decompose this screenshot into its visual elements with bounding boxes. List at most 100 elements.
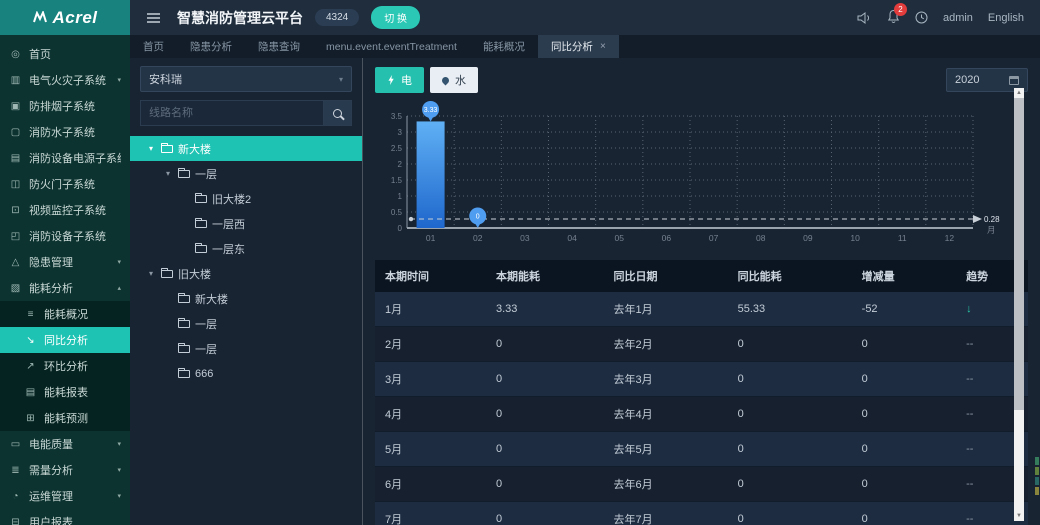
sidebar-item-首页[interactable]: ◎ 首页: [0, 41, 130, 67]
tree-node-一层[interactable]: 一层: [130, 336, 362, 361]
sidebar-item-能耗预测[interactable]: ⊞ 能耗预测: [0, 405, 130, 431]
tree-expand-icon[interactable]: ▾: [146, 269, 156, 278]
clock-icon[interactable]: [915, 11, 928, 24]
sidebar-item-label: 视频监控子系统: [29, 205, 106, 217]
sidebar: Acrel ◎ 首页 ▥ 电气火灾子系统 ▾ ▣ 防排烟子系统 ▢ 消防水子系统 ▤ 消防设备电源子…: [0, 0, 130, 525]
tree-node-新大楼[interactable]: ▾ 新大楼: [130, 136, 362, 161]
search-button[interactable]: [324, 100, 352, 126]
sidebar-item-视频监控子系统[interactable]: ⊡ 视频监控子系统: [0, 197, 130, 223]
sidebar-item-用户报表[interactable]: ⊟ 用户报表: [0, 509, 130, 525]
cell-usage: 0: [486, 466, 604, 502]
svg-text:0: 0: [398, 224, 403, 233]
tree-node-新大楼[interactable]: 新大楼: [130, 286, 362, 311]
cell-yoy_usage: 55.33: [727, 292, 852, 327]
tree-node-旧大楼2[interactable]: 旧大楼2: [130, 186, 362, 211]
sidebar-item-电气火灾子系统[interactable]: ▥ 电气火灾子系统 ▾: [0, 67, 130, 93]
sidebar-item-能耗概况[interactable]: ≡ 能耗概况: [0, 301, 130, 327]
folder-icon: [178, 342, 190, 353]
svg-text:05: 05: [615, 233, 625, 243]
tab-menu.event.eventTreatment[interactable]: menu.event.eventTreatment: [313, 35, 470, 58]
tab-label: 首页: [143, 41, 164, 53]
tab-label: 同比分析: [550, 41, 593, 53]
sidebar-item-环比分析[interactable]: ↗ 环比分析: [0, 353, 130, 379]
table-header-row: 本期时间 本期能耗 同比日期 同比能耗 增减量 趋势: [375, 260, 1028, 292]
fire-water-icon: ▢: [10, 126, 21, 138]
language-switcher[interactable]: English: [988, 12, 1024, 24]
svg-text:03: 03: [520, 233, 530, 243]
tree-node-一层[interactable]: ▾ 一层: [130, 161, 362, 186]
cell-yoy_usage: 0: [727, 431, 852, 467]
tree-node-label: 一层: [195, 168, 217, 181]
table-row[interactable]: 6月 0 去年6月 0 0 --: [375, 466, 1028, 502]
tab-隐患分析[interactable]: 隐患分析: [177, 35, 245, 58]
electricity-tab-button[interactable]: 电: [375, 67, 424, 93]
scrollbar-thumb[interactable]: [1014, 98, 1024, 410]
announcement-icon[interactable]: [857, 11, 872, 24]
user-name[interactable]: admin: [943, 12, 973, 24]
chevron-down-icon: ▾: [117, 259, 121, 266]
switch-project-button[interactable]: 切 换: [371, 6, 421, 29]
om-manage-icon: ◔: [12, 490, 19, 502]
tab-首页[interactable]: 首页: [130, 35, 177, 58]
sidebar-item-防排烟子系统[interactable]: ▣ 防排烟子系统: [0, 93, 130, 119]
sidebar-item-电能质量[interactable]: ▭ 电能质量 ▾: [0, 431, 130, 457]
cell-delta: 0: [851, 361, 957, 397]
tree-node-一层东[interactable]: 一层东: [130, 236, 362, 261]
table-row[interactable]: 3月 0 去年3月 0 0 --: [375, 361, 1028, 397]
sidebar-item-能耗分析[interactable]: ▧ 能耗分析 ▴: [0, 275, 130, 301]
svg-text:08: 08: [756, 233, 766, 243]
table-row[interactable]: 4月 0 去年4月 0 0 --: [375, 396, 1028, 432]
cell-yoy_date: 去年5月: [603, 431, 728, 467]
table-row[interactable]: 1月 3.33 去年1月 55.33 -52 ↓: [375, 292, 1028, 327]
tab-能耗概况[interactable]: 能耗概况: [470, 35, 538, 58]
folder-icon: [178, 292, 190, 303]
sidebar-item-消防水子系统[interactable]: ▢ 消防水子系统: [0, 119, 130, 145]
menu-collapse-icon[interactable]: [146, 12, 161, 24]
tree-expand-icon[interactable]: ▾: [146, 144, 156, 153]
col-header: 本期能耗: [486, 260, 604, 292]
tree-node-666[interactable]: 666: [130, 361, 362, 386]
tree-node-旧大楼[interactable]: ▾ 旧大楼: [130, 261, 362, 286]
sidebar-item-能耗报表[interactable]: ▤ 能耗报表: [0, 379, 130, 405]
table-body: 1月 3.33 去年1月 55.33 -52 ↓ 2月 0 去年2月 0 0 -- 3月 0 去年3月 0 0-…: [375, 292, 1028, 525]
tree-node-一层西[interactable]: 一层西: [130, 211, 362, 236]
svg-text:10: 10: [850, 233, 860, 243]
tree-expand-icon[interactable]: ▾: [163, 169, 173, 178]
cell-yoy_usage: 0: [727, 501, 852, 525]
sidebar-item-同比分析[interactable]: ↘ 同比分析: [0, 327, 130, 353]
trend-flat-text: --: [966, 478, 974, 490]
cell-period: 3月: [375, 361, 486, 397]
notification-bell[interactable]: 2: [887, 2, 907, 27]
notification-count-badge: 2: [893, 2, 907, 16]
sidebar-item-防火门子系统[interactable]: ◫ 防火门子系统: [0, 171, 130, 197]
sidebar-item-label: 隐患管理: [29, 257, 73, 269]
scroll-down-icon[interactable]: ▼: [1014, 511, 1024, 521]
trend-flat-text: --: [966, 373, 974, 385]
bar-01[interactable]: [416, 121, 445, 228]
tab-隐患查询[interactable]: 隐患查询: [245, 35, 313, 58]
vertical-scrollbar[interactable]: ▲ ▼: [1014, 88, 1024, 521]
trend-flat-text: --: [966, 443, 974, 455]
tab-close-icon[interactable]: ×: [600, 41, 606, 52]
table-row[interactable]: 2月 0 去年2月 0 0 --: [375, 326, 1028, 362]
tree-node-一层[interactable]: 一层: [130, 311, 362, 336]
tab-同比分析[interactable]: 同比分析 ×: [537, 35, 619, 58]
sidebar-item-隐患管理[interactable]: △ 隐患管理 ▾: [0, 249, 130, 275]
table-row[interactable]: 7月 0 去年7月 0 0 --: [375, 501, 1028, 525]
project-select[interactable]: 安科瑞 ▾: [140, 66, 352, 92]
sidebar-item-运维管理[interactable]: ◔ 运维管理 ▾: [0, 483, 130, 509]
sidebar-item-消防设备子系统[interactable]: ◰ 消防设备子系统: [0, 223, 130, 249]
sidebar-item-需量分析[interactable]: ≣ 需量分析 ▾: [0, 457, 130, 483]
cell-yoy_date: 去年3月: [603, 361, 728, 397]
content-area: 安科瑞 ▾ ▾新大楼▾一层旧大楼2一层西一层东▾旧大楼新大楼一层一层666 电: [130, 58, 1040, 525]
svg-text:月: 月: [987, 225, 996, 235]
table-row[interactable]: 5月 0 去年5月 0 0 --: [375, 431, 1028, 467]
sidebar-nav: ◎ 首页 ▥ 电气火灾子系统 ▾ ▣ 防排烟子系统 ▢ 消防水子系统 ▤ 消防设备电源子系统 ◫ 防火门…: [0, 35, 130, 525]
sidebar-subitem-label: 能耗概况: [44, 309, 88, 321]
line-search-input[interactable]: [140, 100, 324, 126]
yoy-bar-chart[interactable]: 0 0.5 1 1.5 2 2.5 3 3.5 01 02 03 04 05 06 07 08 09 10 11 12…: [375, 100, 1028, 250]
project-select-value: 安科瑞: [149, 74, 182, 86]
sidebar-item-消防设备电源子系统[interactable]: ▤ 消防设备电源子系统: [0, 145, 130, 171]
water-tab-button[interactable]: 水: [430, 67, 478, 93]
scroll-up-icon[interactable]: ▲: [1014, 88, 1024, 98]
